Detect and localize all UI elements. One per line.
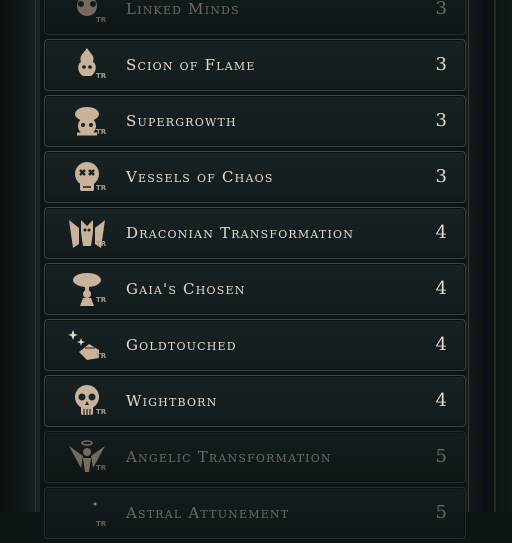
trait-name: Astral Attunement xyxy=(126,504,290,522)
trait-row-scion-of-flame[interactable]: TR Scion of Flame 3 xyxy=(44,39,466,91)
trait-badge: TR xyxy=(96,240,107,248)
trait-row-supergrowth[interactable]: TR Supergrowth 3 xyxy=(44,95,466,147)
trait-name: Linked Minds xyxy=(126,0,240,18)
trait-tier: 3 xyxy=(435,110,447,131)
trait-name: Scion of Flame xyxy=(126,56,256,74)
trait-name: Supergrowth xyxy=(126,112,237,130)
trait-badge: TR xyxy=(96,128,107,136)
trait-tier: 3 xyxy=(435,166,447,187)
trait-row-draconian-transformation[interactable]: TR Draconian Transformation 4 xyxy=(44,207,466,259)
trait-row-gaias-chosen[interactable]: TR Gaia's Chosen 4 xyxy=(44,263,466,315)
trait-row-linked-minds[interactable]: TR Linked Minds 3 xyxy=(44,0,466,35)
trait-badge: TR xyxy=(96,16,107,24)
trait-badge: TR xyxy=(96,72,107,80)
trait-tier: 3 xyxy=(435,54,447,75)
trait-tier: 4 xyxy=(435,278,447,299)
trait-list: TR Linked Minds 3 TR Scion of Flame 3 TR… xyxy=(44,0,466,543)
trait-badge: TR xyxy=(96,408,107,416)
trait-badge: TR xyxy=(96,184,107,192)
trait-tier: 4 xyxy=(435,390,447,411)
right-scrollbar-frame[interactable] xyxy=(466,0,512,512)
trait-name: Gaia's Chosen xyxy=(126,280,246,298)
trait-name: Wightborn xyxy=(126,392,218,410)
left-frame-border xyxy=(0,0,40,512)
trait-name: Goldtouched xyxy=(126,336,237,354)
trait-row-goldtouched[interactable]: TR Goldtouched 4 xyxy=(44,319,466,371)
trait-tier: 3 xyxy=(435,0,447,19)
trait-row-vessels-of-chaos[interactable]: TR Vessels of Chaos 3 xyxy=(44,151,466,203)
trait-badge: TR xyxy=(96,352,107,360)
trait-tier: 4 xyxy=(435,334,447,355)
trait-tier: 5 xyxy=(435,502,447,523)
trait-tier: 5 xyxy=(435,446,447,467)
trait-badge: TR xyxy=(96,296,107,304)
trait-name: Angelic Transformation xyxy=(126,448,332,466)
trait-badge: TR xyxy=(96,520,107,528)
trait-row-astral-attunement[interactable]: TR Astral Attunement 5 xyxy=(44,487,466,539)
trait-badge: TR xyxy=(96,464,107,472)
trait-name: Draconian Transformation xyxy=(126,224,355,242)
trait-name: Vessels of Chaos xyxy=(126,168,274,186)
trait-row-angelic-transformation[interactable]: TR Angelic Transformation 5 xyxy=(44,431,466,483)
trait-tier: 4 xyxy=(435,222,447,243)
trait-row-wightborn[interactable]: TR Wightborn 4 xyxy=(44,375,466,427)
